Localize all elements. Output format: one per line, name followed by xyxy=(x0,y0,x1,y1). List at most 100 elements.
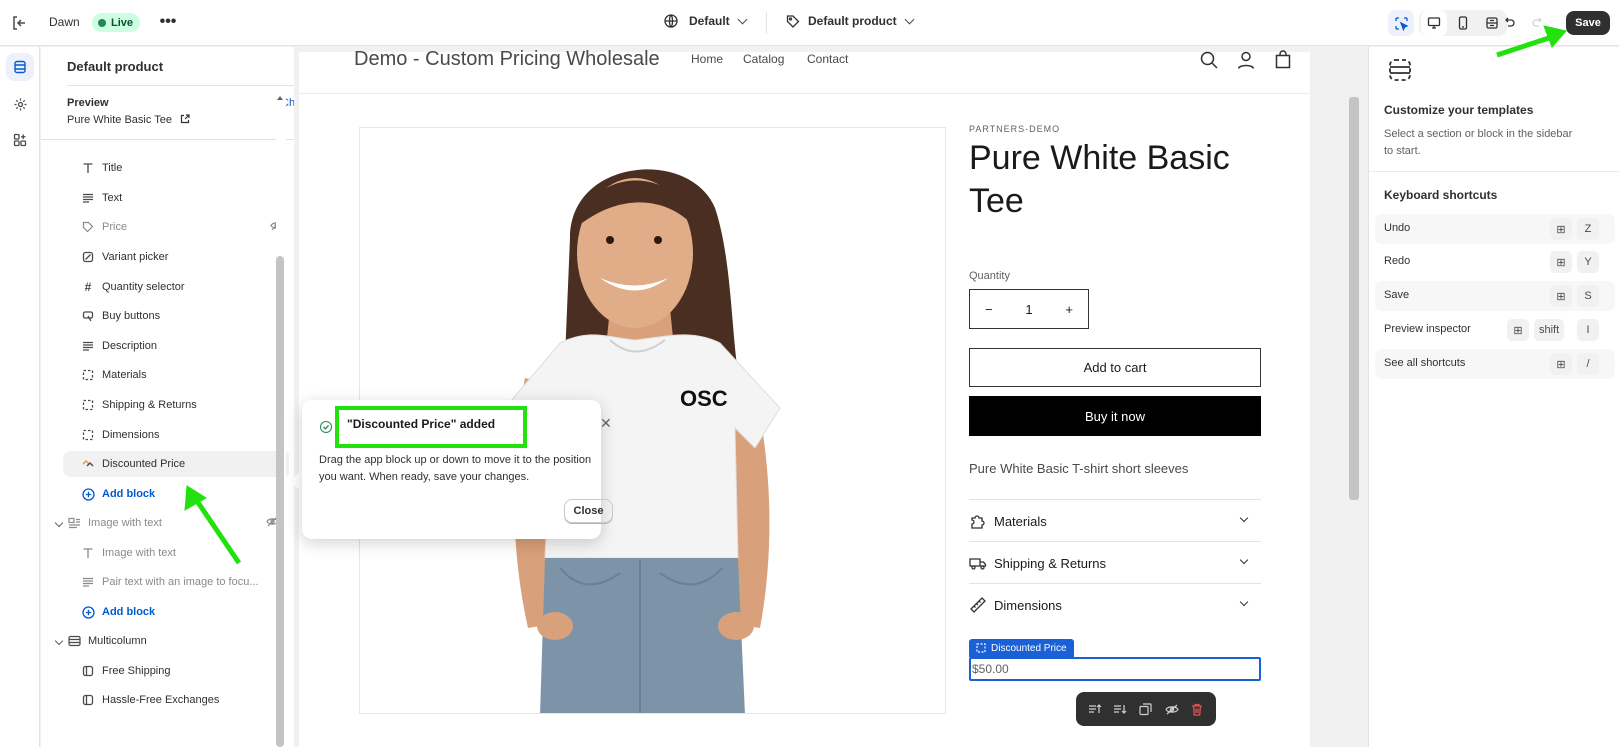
header-divider xyxy=(299,93,1310,94)
divider xyxy=(67,85,322,86)
shortcut-key: shift xyxy=(1534,319,1565,341)
cart-icon[interactable] xyxy=(1273,50,1295,72)
shirt-logo: OSC xyxy=(680,386,728,411)
block-variant-picker[interactable]: Variant picker xyxy=(63,244,289,270)
inspector-group xyxy=(1388,10,1414,36)
plus-icon[interactable]: + xyxy=(1065,302,1073,317)
save-button[interactable]: Save xyxy=(1566,11,1610,35)
shortcut-key: ⊞ xyxy=(1507,319,1529,341)
block-image-with-text[interactable]: Image with text xyxy=(63,540,289,566)
block-free-shipping[interactable]: Free Shipping xyxy=(63,658,289,684)
popover-body: Drag the app block up or down to move it… xyxy=(319,454,592,483)
block-materials[interactable]: Materials xyxy=(63,362,289,388)
delete-icon[interactable] xyxy=(1188,700,1206,718)
account-icon[interactable] xyxy=(1236,50,1258,72)
ruler-icon xyxy=(969,596,987,614)
shortcut-row-preview-inspector: Preview inspector ⊞ shift I xyxy=(1375,315,1615,345)
block-discounted-price[interactable]: Discounted Price xyxy=(63,451,289,477)
duplicate-icon[interactable] xyxy=(1137,700,1155,718)
accordion-shipping-returns[interactable]: Shipping & Returns xyxy=(969,541,1261,584)
product-selector[interactable]: Default product xyxy=(786,14,915,28)
add-block-button[interactable]: Add block xyxy=(63,599,289,625)
add-block-button[interactable]: Add block xyxy=(63,481,289,507)
store-title[interactable]: Demo - Custom Pricing Wholesale xyxy=(354,48,660,71)
add-to-cart-button[interactable]: Add to cart xyxy=(969,348,1261,387)
column-icon xyxy=(81,693,95,707)
block-toolbar xyxy=(1076,692,1216,726)
section-multicolumn[interactable]: Multicolumn xyxy=(41,628,289,654)
section-image-with-text[interactable]: Image with text xyxy=(41,510,289,536)
nav-link-home[interactable]: Home xyxy=(691,52,723,66)
sidebar-scroll-thumb[interactable] xyxy=(276,256,284,747)
search-icon[interactable] xyxy=(1199,50,1221,72)
mobile-icon[interactable] xyxy=(1450,10,1476,36)
divider xyxy=(1369,171,1619,172)
block-quantity-selector[interactable]: # Quantity selector xyxy=(63,274,289,300)
block-price[interactable]: Price xyxy=(63,214,289,240)
shortcut-label: Save xyxy=(1384,289,1410,301)
product-vendor: PARTNERS-DEMO xyxy=(969,124,1061,134)
viewport-group xyxy=(1419,10,1507,36)
block-text[interactable]: Text xyxy=(63,185,289,211)
close-icon[interactable]: ✕ xyxy=(600,415,612,432)
shortcut-row-redo: Redo ⊞ Y xyxy=(1375,247,1615,277)
hide-icon[interactable] xyxy=(1163,700,1181,718)
block-pair-text[interactable]: Pair text with an image to focu... xyxy=(63,569,289,595)
chevron-down-icon[interactable] xyxy=(54,518,64,528)
desktop-icon[interactable] xyxy=(1421,10,1447,36)
block-hassle-free-exchanges[interactable]: Hassle-Free Exchanges xyxy=(63,687,289,713)
block-label: Variant picker xyxy=(102,251,169,263)
block-title[interactable]: Title xyxy=(63,155,289,181)
quantity-value[interactable]: 1 xyxy=(1025,302,1032,317)
inspector-icon[interactable] xyxy=(1388,10,1414,36)
shortcut-row-undo: Undo ⊞ Z xyxy=(1375,214,1615,244)
block-outline-icon xyxy=(976,643,986,653)
move-up-icon[interactable] xyxy=(1086,700,1104,718)
add-block-label: Add block xyxy=(102,488,156,500)
template-customize-icon xyxy=(1387,57,1413,83)
product-selector-label: Default product xyxy=(808,14,897,28)
more-options-icon[interactable]: ••• xyxy=(158,12,178,32)
accordion-dimensions[interactable]: Dimensions xyxy=(969,583,1261,626)
buy-now-button[interactable]: Buy it now xyxy=(969,396,1261,436)
add-block-label: Add block xyxy=(102,606,156,618)
panel-title: Customize your templates xyxy=(1384,103,1534,117)
live-dot-icon xyxy=(98,18,106,27)
chevron-down-icon[interactable] xyxy=(54,636,64,646)
theme-settings-icon[interactable] xyxy=(6,90,34,118)
scroll-up-arrow-icon[interactable] xyxy=(277,96,283,100)
accordion-materials[interactable]: Materials xyxy=(969,499,1261,542)
shortcut-row-see-all[interactable]: See all shortcuts ⊞ / xyxy=(1375,349,1615,379)
exit-icon[interactable] xyxy=(10,14,28,32)
section-label: Image with text xyxy=(88,517,162,529)
discounted-price-value[interactable]: $50.00 xyxy=(969,657,1261,681)
popover-close-button[interactable]: Close xyxy=(564,499,613,523)
block-label: Discounted Price xyxy=(102,458,186,470)
minus-icon[interactable]: − xyxy=(985,302,993,317)
block-dimensions[interactable]: Dimensions xyxy=(63,422,289,448)
multicolumn-icon xyxy=(67,634,81,648)
block-label: Text xyxy=(102,192,123,204)
nav-link-contact[interactable]: Contact xyxy=(807,52,848,66)
shortcut-key: ⊞ xyxy=(1550,285,1572,307)
redo-icon[interactable] xyxy=(1525,10,1551,36)
discounted-price-block-tag[interactable]: Discounted Price xyxy=(969,639,1074,657)
block-label: Quantity selector xyxy=(102,281,185,293)
apps-icon[interactable] xyxy=(6,126,34,154)
sections-icon[interactable] xyxy=(6,53,34,81)
block-buy-buttons[interactable]: Buy buttons xyxy=(63,303,289,329)
template-selector[interactable]: Default xyxy=(664,14,748,28)
shortcut-key: Y xyxy=(1577,251,1599,273)
preview-product-link[interactable]: Pure White Basic Tee xyxy=(67,114,190,126)
shortcut-label: See all shortcuts xyxy=(1384,357,1466,369)
nav-link-catalog[interactable]: Catalog xyxy=(743,52,784,66)
shortcut-key: Z xyxy=(1577,218,1599,240)
move-down-icon[interactable] xyxy=(1111,700,1129,718)
product-description: Pure White Basic T-shirt short sleeves xyxy=(969,461,1189,476)
undo-icon[interactable] xyxy=(1496,10,1522,36)
block-description[interactable]: Description xyxy=(63,333,289,359)
truck-icon xyxy=(969,554,987,572)
preview-scrollbar[interactable] xyxy=(1349,97,1359,500)
block-shipping-returns[interactable]: Shipping & Returns xyxy=(63,392,289,418)
quantity-stepper[interactable]: − 1 + xyxy=(969,289,1089,329)
